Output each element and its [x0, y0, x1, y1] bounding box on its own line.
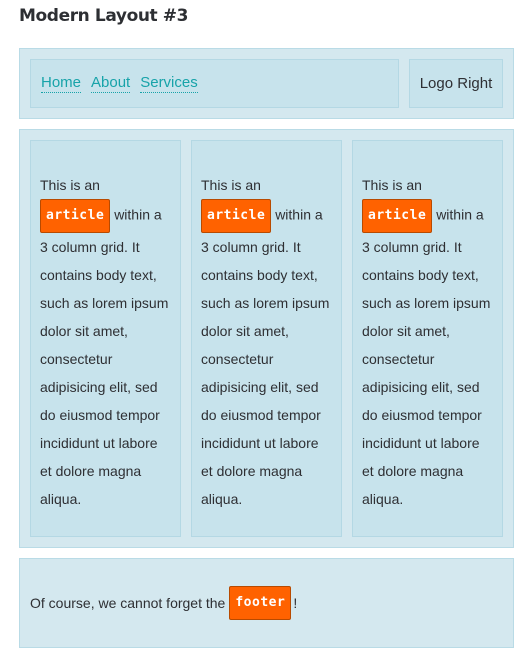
nav-link-about[interactable]: About — [91, 74, 131, 93]
article-tag: article — [40, 199, 111, 233]
footer-tag: footer — [229, 586, 292, 620]
nav-link-home[interactable]: Home — [41, 74, 82, 93]
header: Home About Services Logo Right — [19, 48, 514, 119]
article-tag: article — [362, 199, 433, 233]
article-body: within a 3 column grid. It contains body… — [362, 206, 491, 507]
article-intro: This is an — [362, 177, 422, 193]
logo: Logo Right — [409, 59, 503, 108]
article-1: This is an article within a 3 column gri… — [30, 140, 181, 537]
nav-bar: Home About Services — [30, 59, 399, 108]
footer: Of course, we cannot forget the footer ! — [19, 558, 514, 648]
article-body: within a 3 column grid. It contains body… — [40, 206, 169, 507]
article-body: within a 3 column grid. It contains body… — [201, 206, 330, 507]
article-2: This is an article within a 3 column gri… — [191, 140, 342, 537]
article-intro: This is an — [201, 177, 261, 193]
article-intro: This is an — [40, 177, 100, 193]
page-title: Modern Layout #3 — [19, 6, 189, 26]
nav-link-services[interactable]: Services — [140, 74, 198, 93]
article-tag: article — [201, 199, 272, 233]
article-3: This is an article within a 3 column gri… — [352, 140, 503, 537]
footer-text-end: ! — [293, 595, 298, 611]
footer-text: Of course, we cannot forget the — [30, 595, 226, 611]
main-content: This is an article within a 3 column gri… — [19, 129, 514, 548]
